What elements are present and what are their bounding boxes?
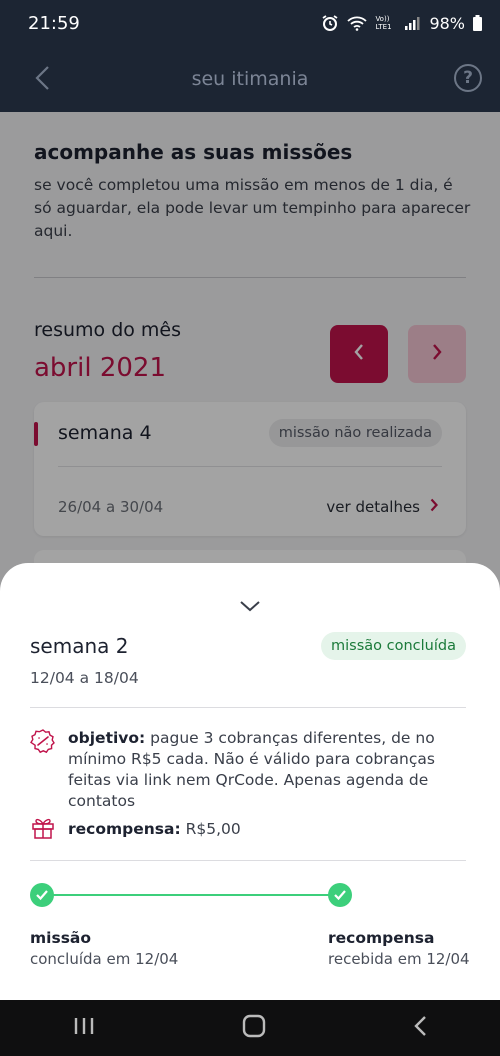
sheet-dates: 12/04 a 18/04 xyxy=(30,669,139,687)
step-reward-label: recompensa xyxy=(328,929,435,947)
reward-text: recompensa: R$5,00 xyxy=(68,820,241,838)
step-reward-sub: recebida em 12/04 xyxy=(328,950,470,968)
home-icon[interactable] xyxy=(242,1014,266,1042)
divider xyxy=(30,860,466,861)
divider xyxy=(30,707,466,708)
app-bar: seu itimania ? xyxy=(0,46,500,112)
alarm-icon xyxy=(321,14,339,32)
check-circle-icon xyxy=(30,883,54,907)
reward-row: recompensa: R$5,00 xyxy=(30,814,241,844)
sheet-title: semana 2 xyxy=(30,634,129,658)
chevron-down-icon[interactable] xyxy=(239,597,261,616)
battery-text: 98% xyxy=(429,13,465,33)
status-time: 21:59 xyxy=(28,12,80,34)
page-title: seu itimania xyxy=(191,68,309,90)
reward-label: recompensa: xyxy=(68,820,181,838)
badge-star-icon xyxy=(30,728,56,812)
check-circle-icon xyxy=(328,883,352,907)
recent-apps-icon[interactable] xyxy=(73,1016,95,1040)
back-arrow-icon[interactable] xyxy=(34,65,50,95)
help-icon[interactable]: ? xyxy=(454,64,482,92)
status-badge: missão concluída xyxy=(321,632,466,660)
step-mission-sub: concluída em 12/04 xyxy=(30,950,179,968)
progress-line xyxy=(42,894,340,896)
gift-icon xyxy=(30,814,56,844)
bottom-sheet: semana 2 missão concluída 12/04 a 18/04 … xyxy=(0,563,500,1000)
wifi-icon xyxy=(347,15,368,31)
back-icon[interactable] xyxy=(413,1015,427,1041)
signal-icon xyxy=(405,16,421,30)
objective-row: objetivo: pague 3 cobranças diferentes, … xyxy=(30,728,470,812)
reward-value: R$5,00 xyxy=(180,820,241,838)
objective-text-block: objetivo: pague 3 cobranças diferentes, … xyxy=(68,728,448,812)
status-icons: Vo)) LTE1 98% xyxy=(321,14,482,33)
volte-label: Vo)) LTE1 xyxy=(375,15,392,31)
step-mission-label: missão xyxy=(30,929,92,947)
battery-icon xyxy=(473,15,482,31)
objective-label: objetivo: xyxy=(68,729,146,747)
status-bar: 21:59 Vo)) LTE1 98% xyxy=(0,0,500,46)
system-nav-bar xyxy=(0,1000,500,1056)
